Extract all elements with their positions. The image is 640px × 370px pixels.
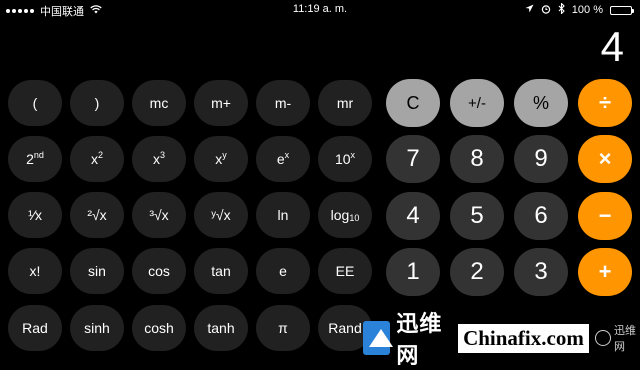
key-cosh[interactable]: cosh [132,305,186,351]
key-cos[interactable]: cos [132,248,186,294]
key-add[interactable]: + [578,248,632,296]
key-cube-root[interactable]: ³√x [132,192,186,238]
key-x-cubed[interactable]: x3 [132,136,186,182]
key-e-power-x[interactable]: ex [256,136,310,182]
key-6[interactable]: 6 [514,192,568,240]
watermark-cn-text: 迅维网 [396,311,443,368]
key-8[interactable]: 8 [450,135,504,183]
key-close-paren[interactable]: ) [70,80,124,126]
key-tanh[interactable]: tanh [194,305,248,351]
key-factorial[interactable]: x! [8,248,62,294]
key-x-squared[interactable]: x2 [70,136,124,182]
key-reciprocal[interactable]: ¹⁄x [8,192,62,238]
key-plus-minus[interactable]: +/- [450,79,504,127]
key-1[interactable]: 1 [386,248,440,296]
key-7[interactable]: 7 [386,135,440,183]
key-square-root[interactable]: ²√x [70,192,124,238]
key-mr[interactable]: mr [318,80,372,126]
key-ten-power-x[interactable]: 10 x [318,136,372,182]
key-ln[interactable]: ln [256,192,310,238]
key-open-paren[interactable]: ( [8,80,62,126]
wechat-icon [594,330,611,346]
key-sinh[interactable]: sinh [70,305,124,351]
key-9[interactable]: 9 [514,135,568,183]
key-log10[interactable]: log 10 [318,192,372,238]
watermark: 迅维网 Chinafix.com 迅维网 [363,311,640,368]
key-y-root[interactable]: ʸ√x [194,192,248,238]
key-divide[interactable]: ÷ [578,79,632,127]
key-mc[interactable]: mc [132,80,186,126]
watermark-wechat-text: 迅维网 [614,325,636,353]
watermark-logo-icon [363,321,394,355]
key-tan[interactable]: tan [194,248,248,294]
key-percent[interactable]: % [514,79,568,127]
key-clear[interactable]: C [386,79,440,127]
key-4[interactable]: 4 [386,192,440,240]
key-second[interactable]: 2nd [8,136,62,182]
key-ee[interactable]: EE [318,248,372,294]
key-sin[interactable]: sin [70,248,124,294]
key-subtract[interactable]: − [578,192,632,240]
key-e[interactable]: e [256,248,310,294]
keypad: ( ) mc m+ m- mr C +/- % ÷ 2nd x2 x3 xy e… [0,0,640,360]
key-2[interactable]: 2 [450,248,504,296]
watermark-en-text: Chinafix.com [458,323,589,353]
watermark-wechat: 迅维网 [594,322,640,354]
key-3[interactable]: 3 [514,248,568,296]
key-m-minus[interactable]: m- [256,80,310,126]
key-rad[interactable]: Rad [8,305,62,351]
key-pi[interactable]: π [256,305,310,351]
key-m-plus[interactable]: m+ [194,80,248,126]
key-5[interactable]: 5 [450,192,504,240]
key-x-power-y[interactable]: xy [194,136,248,182]
key-multiply[interactable]: × [578,135,632,183]
